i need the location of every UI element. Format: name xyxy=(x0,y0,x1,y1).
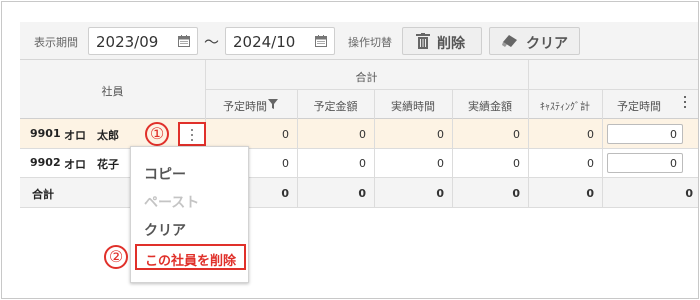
col-header-planned-hours-2: 予定時間 xyxy=(617,100,661,113)
total-value: 0 xyxy=(685,187,693,200)
calendar-icon[interactable] xyxy=(315,35,327,47)
planned-hours-input[interactable]: 0 xyxy=(607,153,683,173)
cell-value: 0 xyxy=(359,157,366,170)
delete-button[interactable]: 削除 xyxy=(402,27,482,55)
menu-item-copy[interactable]: コピー xyxy=(144,164,186,184)
row-menu-button[interactable] xyxy=(178,122,206,146)
employee-code: 9902 xyxy=(30,156,61,169)
menu-item-paste: ペースト xyxy=(144,195,200,211)
date-from-input[interactable]: 2023/09 xyxy=(88,27,198,55)
total-value: 0 xyxy=(586,187,594,200)
toolbar: 表示期間 2023/09 ～ 2024/10 操作切替 削除 クリア xyxy=(20,22,698,60)
calendar-icon[interactable] xyxy=(178,35,190,47)
employee-header: 社員 xyxy=(101,85,124,98)
delete-button-label: 削除 xyxy=(437,36,465,52)
employee-name: オロ 花子 xyxy=(64,158,119,171)
col-header-casting-total: ｷｬｽﾃｨﾝｸﾞ計 xyxy=(540,102,590,113)
total-value: 0 xyxy=(436,187,444,200)
date-to-input[interactable]: 2024/10 xyxy=(225,27,335,55)
range-separator: ～ xyxy=(204,33,220,51)
cell-value: 0 xyxy=(513,157,520,170)
period-label: 表示期間 xyxy=(34,36,78,49)
eraser-icon xyxy=(502,35,517,47)
mode-label: 操作切替 xyxy=(348,36,392,49)
total-row-label: 合計 xyxy=(32,188,54,201)
menu-item-delete-label: この社員を削除 xyxy=(145,254,237,269)
date-from-value: 2023/09 xyxy=(96,33,159,51)
employee-code: 9901 xyxy=(30,127,61,140)
employee-name: オロ 太郎 xyxy=(64,129,119,142)
schedule-table: 社員 合計 予定時間 予定金額 実績時間 実績金額 ｷｬｽﾃｨﾝｸﾞ計 予定時間… xyxy=(20,60,698,208)
cell-value: 0 xyxy=(437,128,444,141)
cell-value: 0 xyxy=(359,128,366,141)
menu-item-delete-employee[interactable]: この社員を削除 xyxy=(135,244,246,270)
cell-value: 0 xyxy=(513,128,520,141)
cell-value: 0 xyxy=(587,128,594,141)
planned-hours-input[interactable]: 0 xyxy=(607,124,683,144)
callout-2: ② xyxy=(104,245,128,269)
col-header-planned-amount: 予定金額 xyxy=(313,100,358,113)
col-header-actual-amount: 実績金額 xyxy=(468,100,512,113)
menu-item-clear[interactable]: クリア xyxy=(144,220,186,240)
col-header-actual-hours: 実績時間 xyxy=(391,100,435,113)
filter-icon[interactable] xyxy=(268,99,278,109)
cell-value: 0 xyxy=(587,157,594,170)
trash-icon xyxy=(416,33,430,49)
total-value: 0 xyxy=(512,187,520,200)
total-group-header: 合計 xyxy=(355,71,378,84)
clear-button[interactable]: クリア xyxy=(489,27,580,55)
total-value: 0 xyxy=(358,187,366,200)
date-to-value: 2024/10 xyxy=(233,33,296,51)
clear-button-label: クリア xyxy=(526,36,568,52)
callout-1: ① xyxy=(145,122,169,146)
cell-value: 0 xyxy=(437,157,444,170)
cell-value: 0 xyxy=(282,128,289,141)
